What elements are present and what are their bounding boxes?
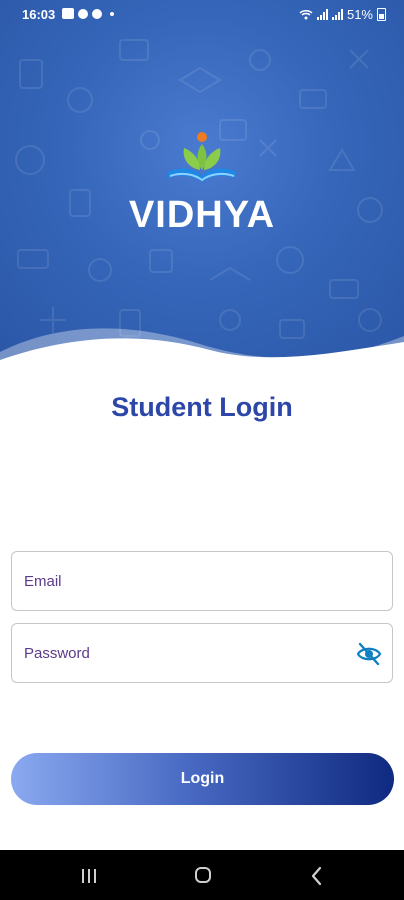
vidhya-logo (168, 132, 236, 182)
status-right-icons: 51% (299, 7, 386, 22)
login-button[interactable]: Login (11, 753, 394, 805)
battery-icon (377, 8, 386, 21)
status-bar: 16:03 51% (0, 0, 404, 28)
header-wave (0, 328, 404, 372)
notification-icon (62, 8, 74, 19)
eye-off-icon[interactable] (356, 641, 382, 667)
fan-icon (78, 8, 88, 19)
wifi-icon (299, 10, 313, 20)
page-title: Student Login (111, 392, 293, 422)
settings-icon (92, 8, 102, 19)
signal-icon (316, 9, 328, 20)
email-input[interactable] (12, 552, 392, 610)
battery-percent: 51% (346, 7, 373, 22)
signal-icon (331, 9, 343, 20)
navigation-bar (0, 850, 404, 900)
header-banner: VIDHYA (0, 0, 404, 372)
recents-icon[interactable] (82, 869, 98, 883)
password-field (11, 623, 393, 683)
email-field (11, 551, 393, 611)
status-notification-icons (62, 8, 114, 19)
brand-name: VIDHYA (128, 194, 276, 236)
home-icon[interactable] (195, 867, 211, 883)
status-time: 16:03 (22, 7, 56, 22)
dot-icon (110, 11, 114, 16)
password-input[interactable] (12, 624, 392, 682)
back-icon[interactable] (310, 866, 324, 886)
